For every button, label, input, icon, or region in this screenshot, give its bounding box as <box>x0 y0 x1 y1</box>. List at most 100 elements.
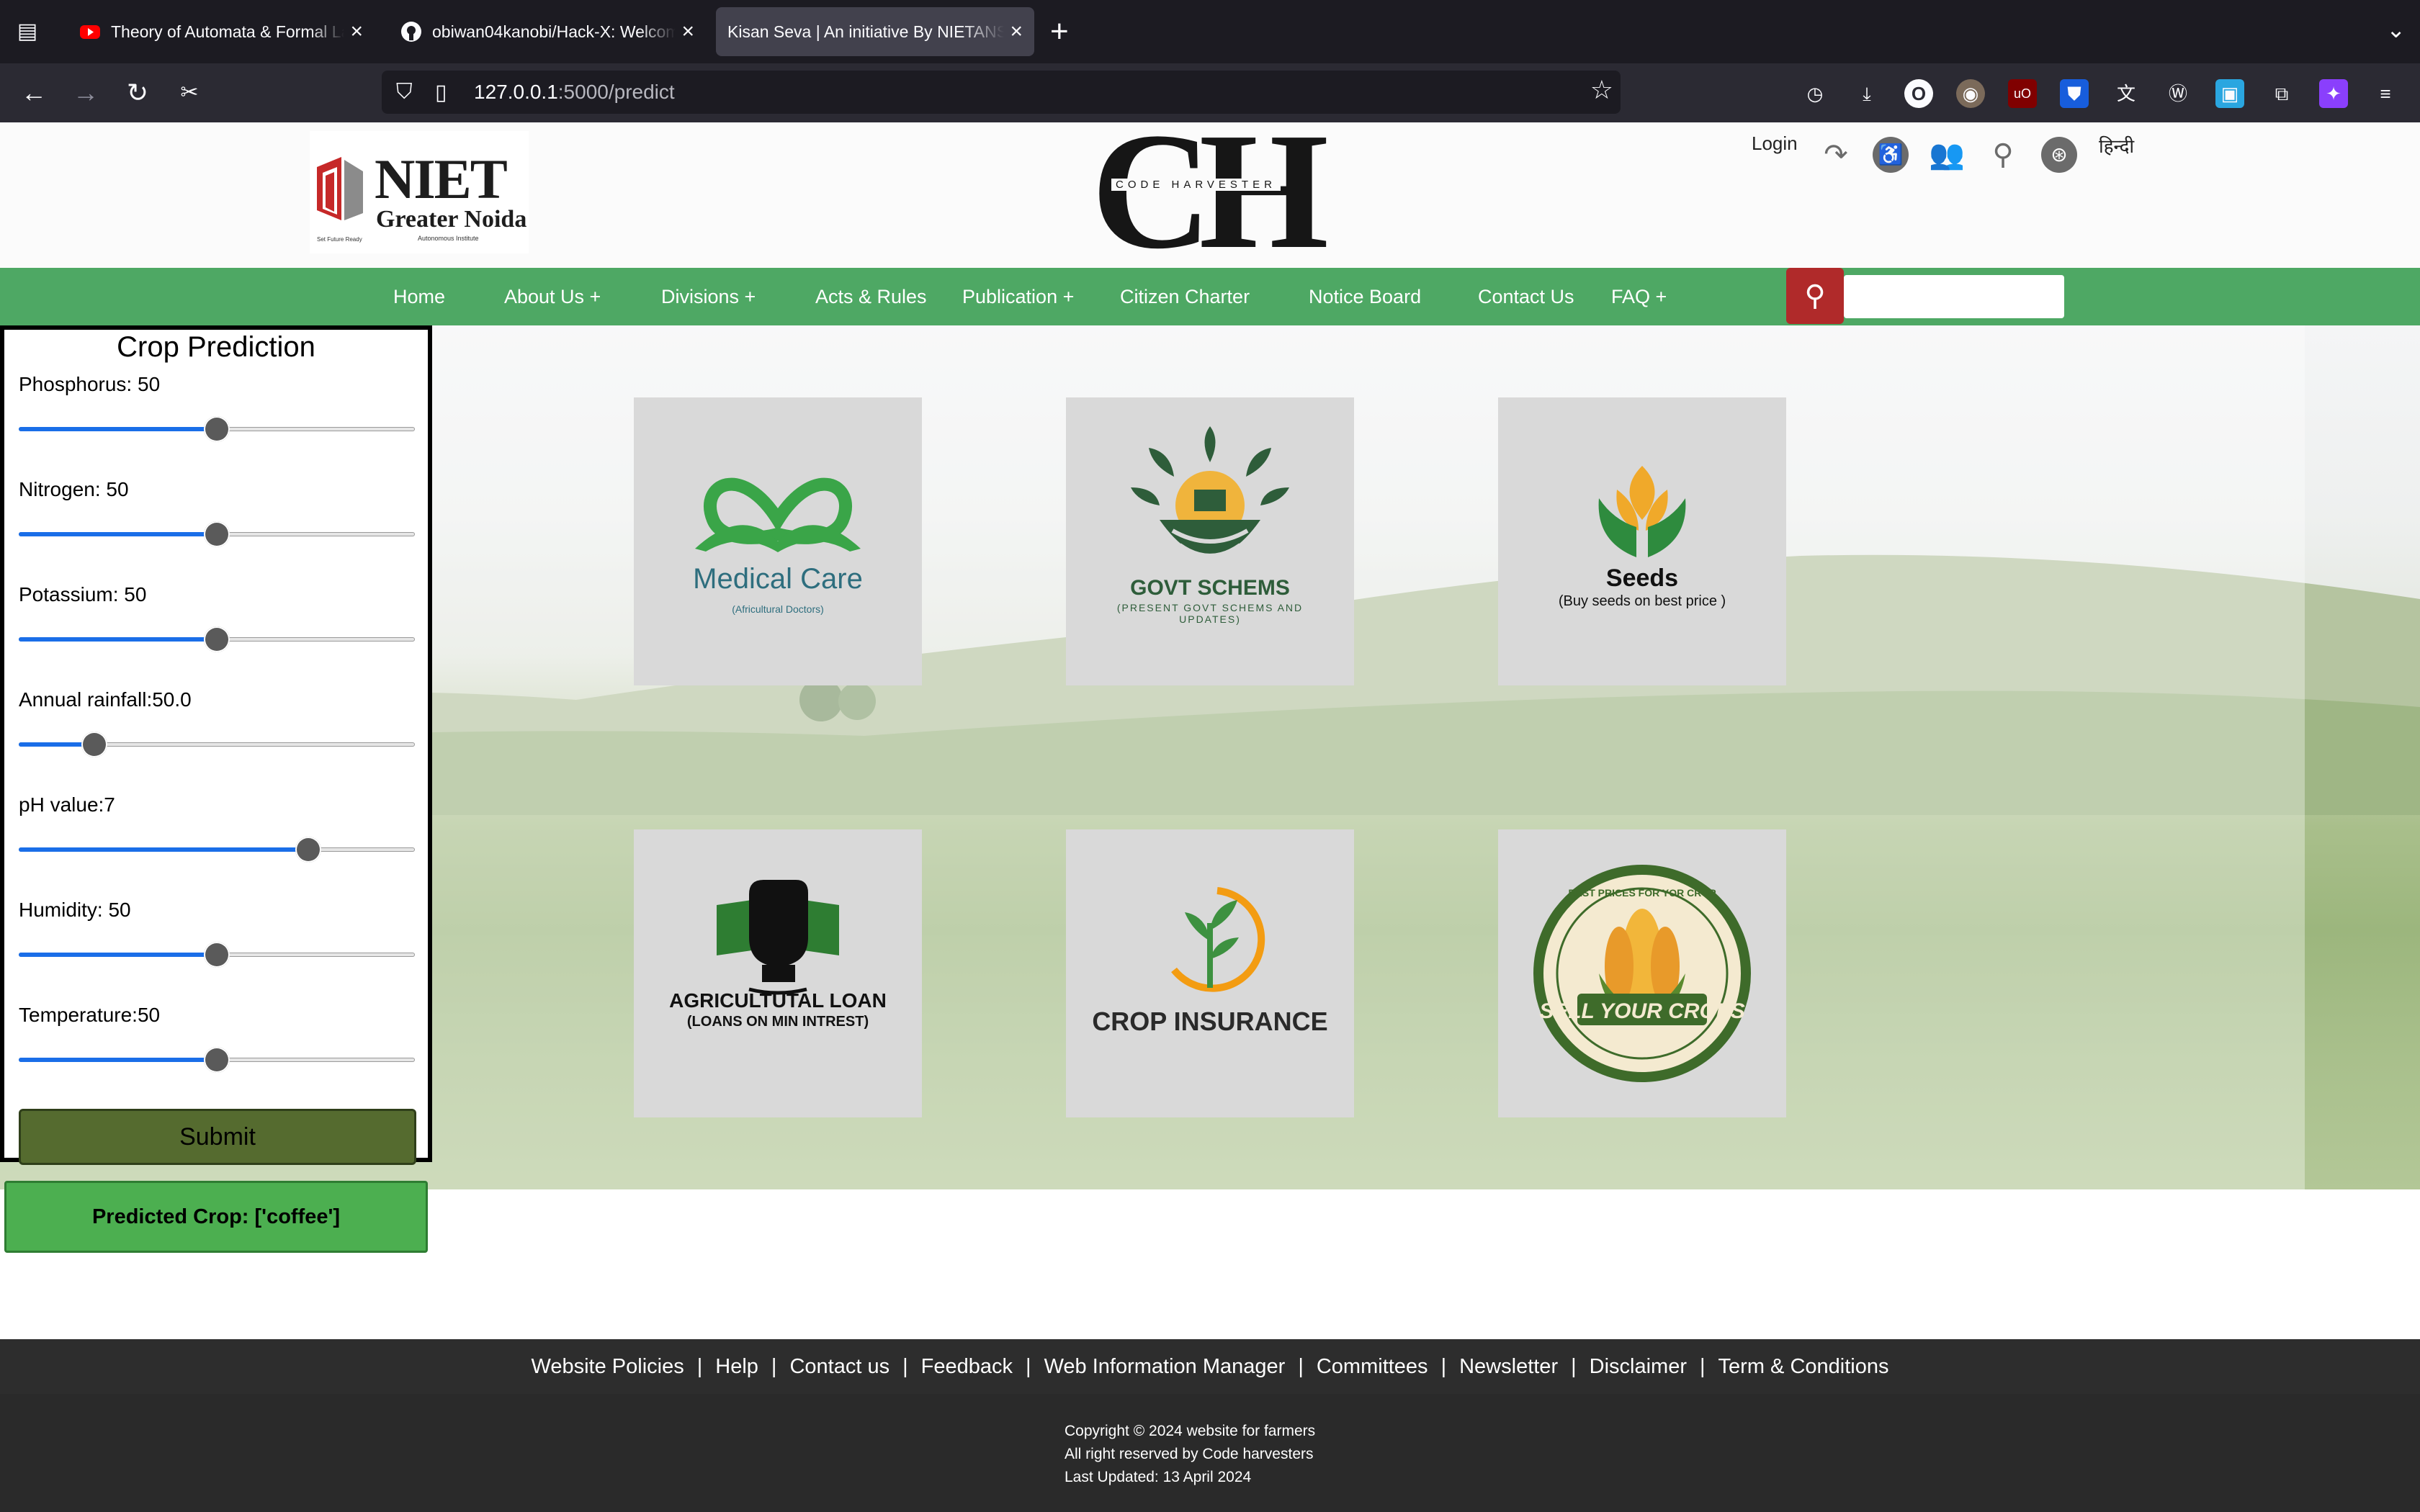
footer-link-disclaimer[interactable]: Disclaimer <box>1590 1355 1687 1379</box>
slider-thumb[interactable] <box>204 626 230 652</box>
ublock-icon[interactable]: uO <box>2008 79 2037 108</box>
card-agricultural-loan[interactable]: AGRICULTUTAL LOAN (LOANS ON MIN INTREST) <box>634 829 922 1117</box>
language-toggle[interactable]: हिन्दी <box>2099 132 2134 161</box>
footer-separator: | <box>1440 1354 1447 1378</box>
card-title: GOVT SCHEMS <box>1130 576 1290 600</box>
card-badge-text: BEST PRICES FOR YOR CROP <box>1568 887 1716 899</box>
reload-icon[interactable]: ↻ <box>122 78 153 108</box>
potassium-label: Potassium: 50 <box>19 583 147 606</box>
history-icon[interactable]: ◷ <box>1801 79 1829 108</box>
puzzle-icon[interactable]: ⧉ <box>2267 79 2296 108</box>
card-title: CROP INSURANCE <box>1092 1007 1328 1036</box>
footer-link-web-info-manager[interactable]: Web Information Manager <box>1044 1355 1286 1379</box>
footer-link-terms[interactable]: Term & Conditions <box>1718 1355 1889 1379</box>
card-govt-schemes[interactable]: GOVT SCHEMS (PRESENT GOVT SCHEMS AND UPD… <box>1066 397 1354 685</box>
sitemap-icon[interactable]: ⊛ <box>2041 137 2077 173</box>
niet-title: NIET <box>375 148 508 210</box>
slider-thumb[interactable] <box>295 837 321 863</box>
menu-item-citizen-charter[interactable]: Citizen Charter <box>1120 268 1250 325</box>
card-subtitle: (LOANS ON MIN INTREST) <box>686 1014 869 1030</box>
extension-face-icon[interactable]: ◉ <box>1956 79 1985 108</box>
slider-fill <box>19 427 217 431</box>
footer-link-feedback[interactable]: Feedback <box>921 1355 1013 1379</box>
footer-link-newsletter[interactable]: Newsletter <box>1459 1355 1558 1379</box>
humidity-slider[interactable] <box>19 940 415 969</box>
menu-item-divisions[interactable]: Divisions + <box>661 268 756 325</box>
menu-item-faq[interactable]: FAQ + <box>1611 268 1667 325</box>
extension-purple-icon[interactable]: ✦ <box>2319 79 2348 108</box>
slider-fill <box>19 847 308 852</box>
niet-subtitle: Greater Noida <box>376 206 527 233</box>
niet-logo[interactable]: NIET Greater Noida Autonomous Institute … <box>310 131 529 253</box>
prediction-result: Predicted Crop: ['coffee'] <box>4 1181 428 1253</box>
menu-item-about[interactable]: About Us + <box>504 268 601 325</box>
menu-item-notice-board[interactable]: Notice Board <box>1309 268 1421 325</box>
wikipedia-icon[interactable]: Ⓦ <box>2164 79 2192 108</box>
rainfall-slider[interactable] <box>19 730 415 759</box>
menu-item-home[interactable]: Home <box>393 268 445 325</box>
reload-circle-icon[interactable]: ↷ <box>1818 137 1854 173</box>
tab-list-icon[interactable]: ▤ <box>13 17 42 46</box>
logo-tagline: CODE HARVESTER <box>1111 179 1281 191</box>
rainfall-label: Annual rainfall:50.0 <box>19 688 192 711</box>
extension-blue-icon[interactable]: ▣ <box>2215 79 2244 108</box>
slider-thumb[interactable] <box>81 732 107 757</box>
close-tab-icon[interactable]: × <box>1010 19 1023 44</box>
bookmark-star-icon[interactable]: ☆ <box>1590 75 1613 105</box>
download-icon[interactable]: ⤓ <box>1852 79 1881 108</box>
magnify-icon[interactable]: ⚲ <box>1985 137 2021 173</box>
card-crop-insurance[interactable]: CROP INSURANCE <box>1066 829 1354 1117</box>
new-tab-icon[interactable]: + <box>1050 16 1069 48</box>
fist-money-icon <box>717 880 839 995</box>
ph-slider[interactable] <box>19 835 415 864</box>
menu-item-contact[interactable]: Contact Us <box>1478 268 1574 325</box>
card-sell-crops[interactable]: SELL YOUR CROPS BEST PRICES FOR YOR CROP <box>1498 829 1786 1117</box>
accessibility-icon[interactable]: ♿ <box>1873 137 1909 173</box>
slider-thumb[interactable] <box>204 1047 230 1073</box>
tab-automata[interactable]: Theory of Automata & Formal Langu × <box>68 7 375 56</box>
menu-icon[interactable]: ≡ <box>2371 79 2400 108</box>
slider-thumb[interactable] <box>204 416 230 442</box>
login-link[interactable]: Login <box>1752 132 1798 161</box>
slider-thumb[interactable] <box>204 521 230 547</box>
forward-icon[interactable]: → <box>71 78 101 108</box>
code-harvester-logo[interactable]: CH CODE HARVESTER <box>1091 108 1329 275</box>
user-group-icon[interactable]: 👥 <box>1929 137 1965 173</box>
menu-item-acts-rules[interactable]: Acts & Rules <box>815 268 927 325</box>
tab-github[interactable]: obiwan04kanobi/Hack-X: Welcome t × <box>389 7 706 56</box>
back-icon[interactable]: ← <box>19 78 49 108</box>
footer-link-contact[interactable]: Contact us <box>789 1355 889 1379</box>
search-icon[interactable]: ⚲ <box>1786 268 1844 324</box>
footer-link-help[interactable]: Help <box>715 1355 758 1379</box>
chevron-down-icon[interactable]: ⌄ <box>2386 16 2406 43</box>
card-seeds[interactable]: Seeds (Buy seeds on best price ) <box>1498 397 1786 685</box>
browser-tab-bar: ▤ Theory of Automata & Formal Langu × ob… <box>0 0 2420 63</box>
close-tab-icon[interactable]: × <box>350 19 363 44</box>
phosphorus-slider[interactable] <box>19 415 415 444</box>
footer-link-website-policies[interactable]: Website Policies <box>532 1355 684 1379</box>
screenshot-icon[interactable]: ✂ <box>174 78 205 108</box>
nitrogen-slider[interactable] <box>19 520 415 549</box>
potassium-slider[interactable] <box>19 625 415 654</box>
card-medical-care[interactable]: Medical Care (Africultural Doctors) <box>634 397 922 685</box>
shield-icon[interactable]: ⛉ <box>396 80 421 104</box>
page-icon[interactable]: ▯ <box>435 80 460 105</box>
slider-thumb[interactable] <box>204 942 230 968</box>
close-tab-icon[interactable]: × <box>681 19 694 44</box>
tab-title: obiwan04kanobi/Hack-X: Welcome t <box>432 22 676 41</box>
temperature-slider[interactable] <box>19 1045 415 1074</box>
site-search-input[interactable] <box>1844 275 2064 318</box>
footer-separator: | <box>696 1354 703 1378</box>
url-bar[interactable]: ⛉ ▯ 127.0.0.1:5000/predict ☆ <box>382 71 1621 114</box>
site-header: NIET Greater Noida Autonomous Institute … <box>0 108 2420 275</box>
card-title: SELL YOUR CROPS <box>1539 999 1745 1023</box>
footer-separator: | <box>902 1354 908 1378</box>
tab-kisan-seva[interactable]: Kisan Seva | An initiative By NIETANS × <box>716 7 1034 56</box>
extension-circle-icon[interactable]: O <box>1904 79 1933 108</box>
menu-item-publication[interactable]: Publication + <box>962 268 1074 325</box>
translate-icon[interactable]: 文 <box>2112 79 2141 108</box>
bitwarden-icon[interactable]: ⛊ <box>2060 79 2089 108</box>
grain-icon <box>1598 466 1686 557</box>
footer-link-committees[interactable]: Committees <box>1317 1355 1428 1379</box>
submit-button[interactable]: Submit <box>19 1109 416 1165</box>
